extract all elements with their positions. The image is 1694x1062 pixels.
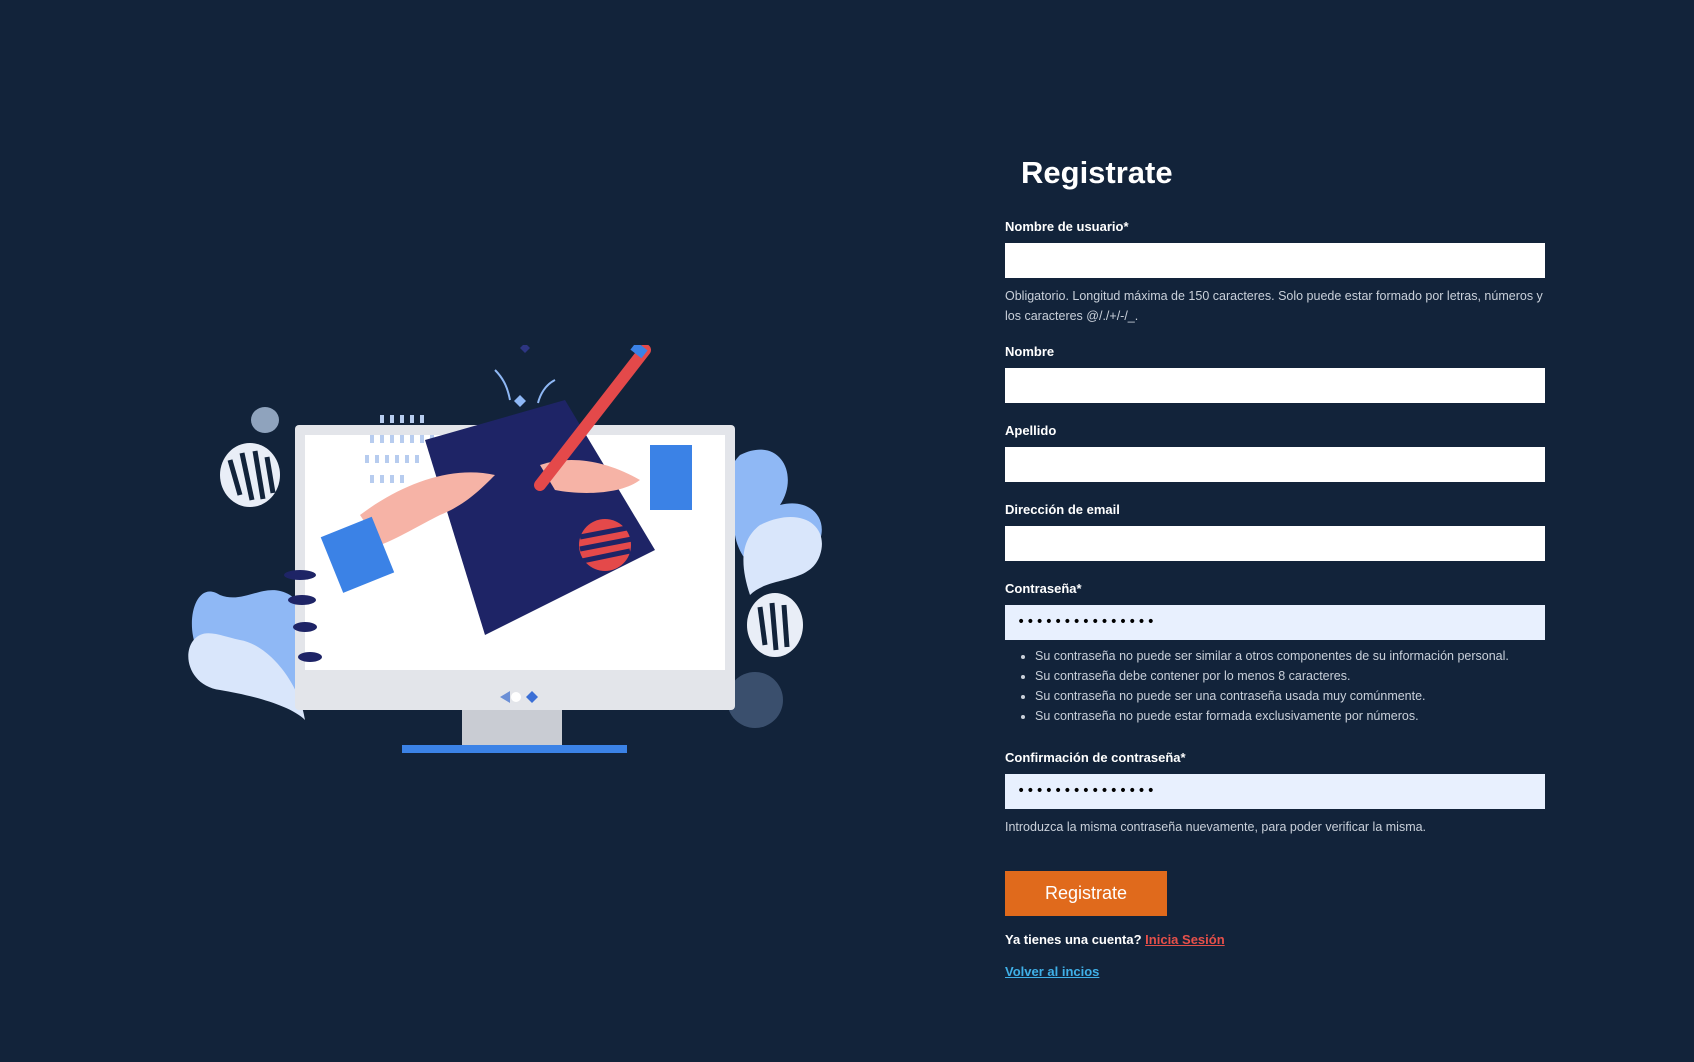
password-input[interactable] (1005, 605, 1545, 640)
login-prompt-line: Ya tienes una cuenta? Inicia Sesión (1005, 932, 1545, 947)
password-confirm-label: Confirmación de contraseña* (1005, 750, 1186, 765)
email-input[interactable] (1005, 526, 1545, 561)
login-link[interactable]: Inicia Sesión (1145, 932, 1224, 947)
email-field: Dirección de email (1005, 502, 1545, 561)
password-label: Contraseña* (1005, 581, 1082, 596)
page-title: Registrate (1021, 155, 1173, 190)
password-field: Contraseña* ••••••••••••••• Su contraseñ… (1005, 581, 1545, 726)
password-rules: Su contraseña no puede ser similar a otr… (1005, 646, 1545, 726)
email-label: Dirección de email (1005, 502, 1120, 517)
register-submit-button[interactable]: Registrate (1005, 871, 1167, 916)
password-rule: Su contraseña no puede estar formada exc… (1035, 706, 1545, 726)
username-label: Nombre de usuario* (1005, 219, 1129, 234)
first-name-input[interactable] (1005, 368, 1545, 403)
register-form: Registrate Nombre de usuario* Obligatori… (1005, 155, 1545, 981)
password-rule: Su contraseña no puede ser similar a otr… (1035, 646, 1545, 666)
monitor-drawing-illustration (188, 345, 822, 753)
first-name-field: Nombre (1005, 344, 1545, 403)
back-home-link[interactable]: Volver al incios (1005, 964, 1099, 979)
username-input[interactable] (1005, 243, 1545, 278)
password-confirm-help: Introduzca la misma contraseña nuevament… (1005, 820, 1427, 834)
signup-illustration (180, 345, 840, 765)
login-prompt-text: Ya tienes una cuenta? (1005, 932, 1142, 947)
password-rule: Su contraseña no puede ser una contraseñ… (1035, 686, 1545, 706)
first-name-label: Nombre (1005, 344, 1055, 359)
last-name-input[interactable] (1005, 447, 1545, 482)
last-name-label: Apellido (1005, 423, 1057, 438)
username-help: Obligatorio. Longitud máxima de 150 cara… (1005, 289, 1543, 323)
username-field: Nombre de usuario* Obligatorio. Longitud… (1005, 219, 1545, 326)
password-rule: Su contraseña debe contener por lo menos… (1035, 666, 1545, 686)
password-confirm-input[interactable] (1005, 774, 1545, 809)
last-name-field: Apellido (1005, 423, 1545, 482)
password-confirm-field: Confirmación de contraseña* ••••••••••••… (1005, 750, 1545, 837)
